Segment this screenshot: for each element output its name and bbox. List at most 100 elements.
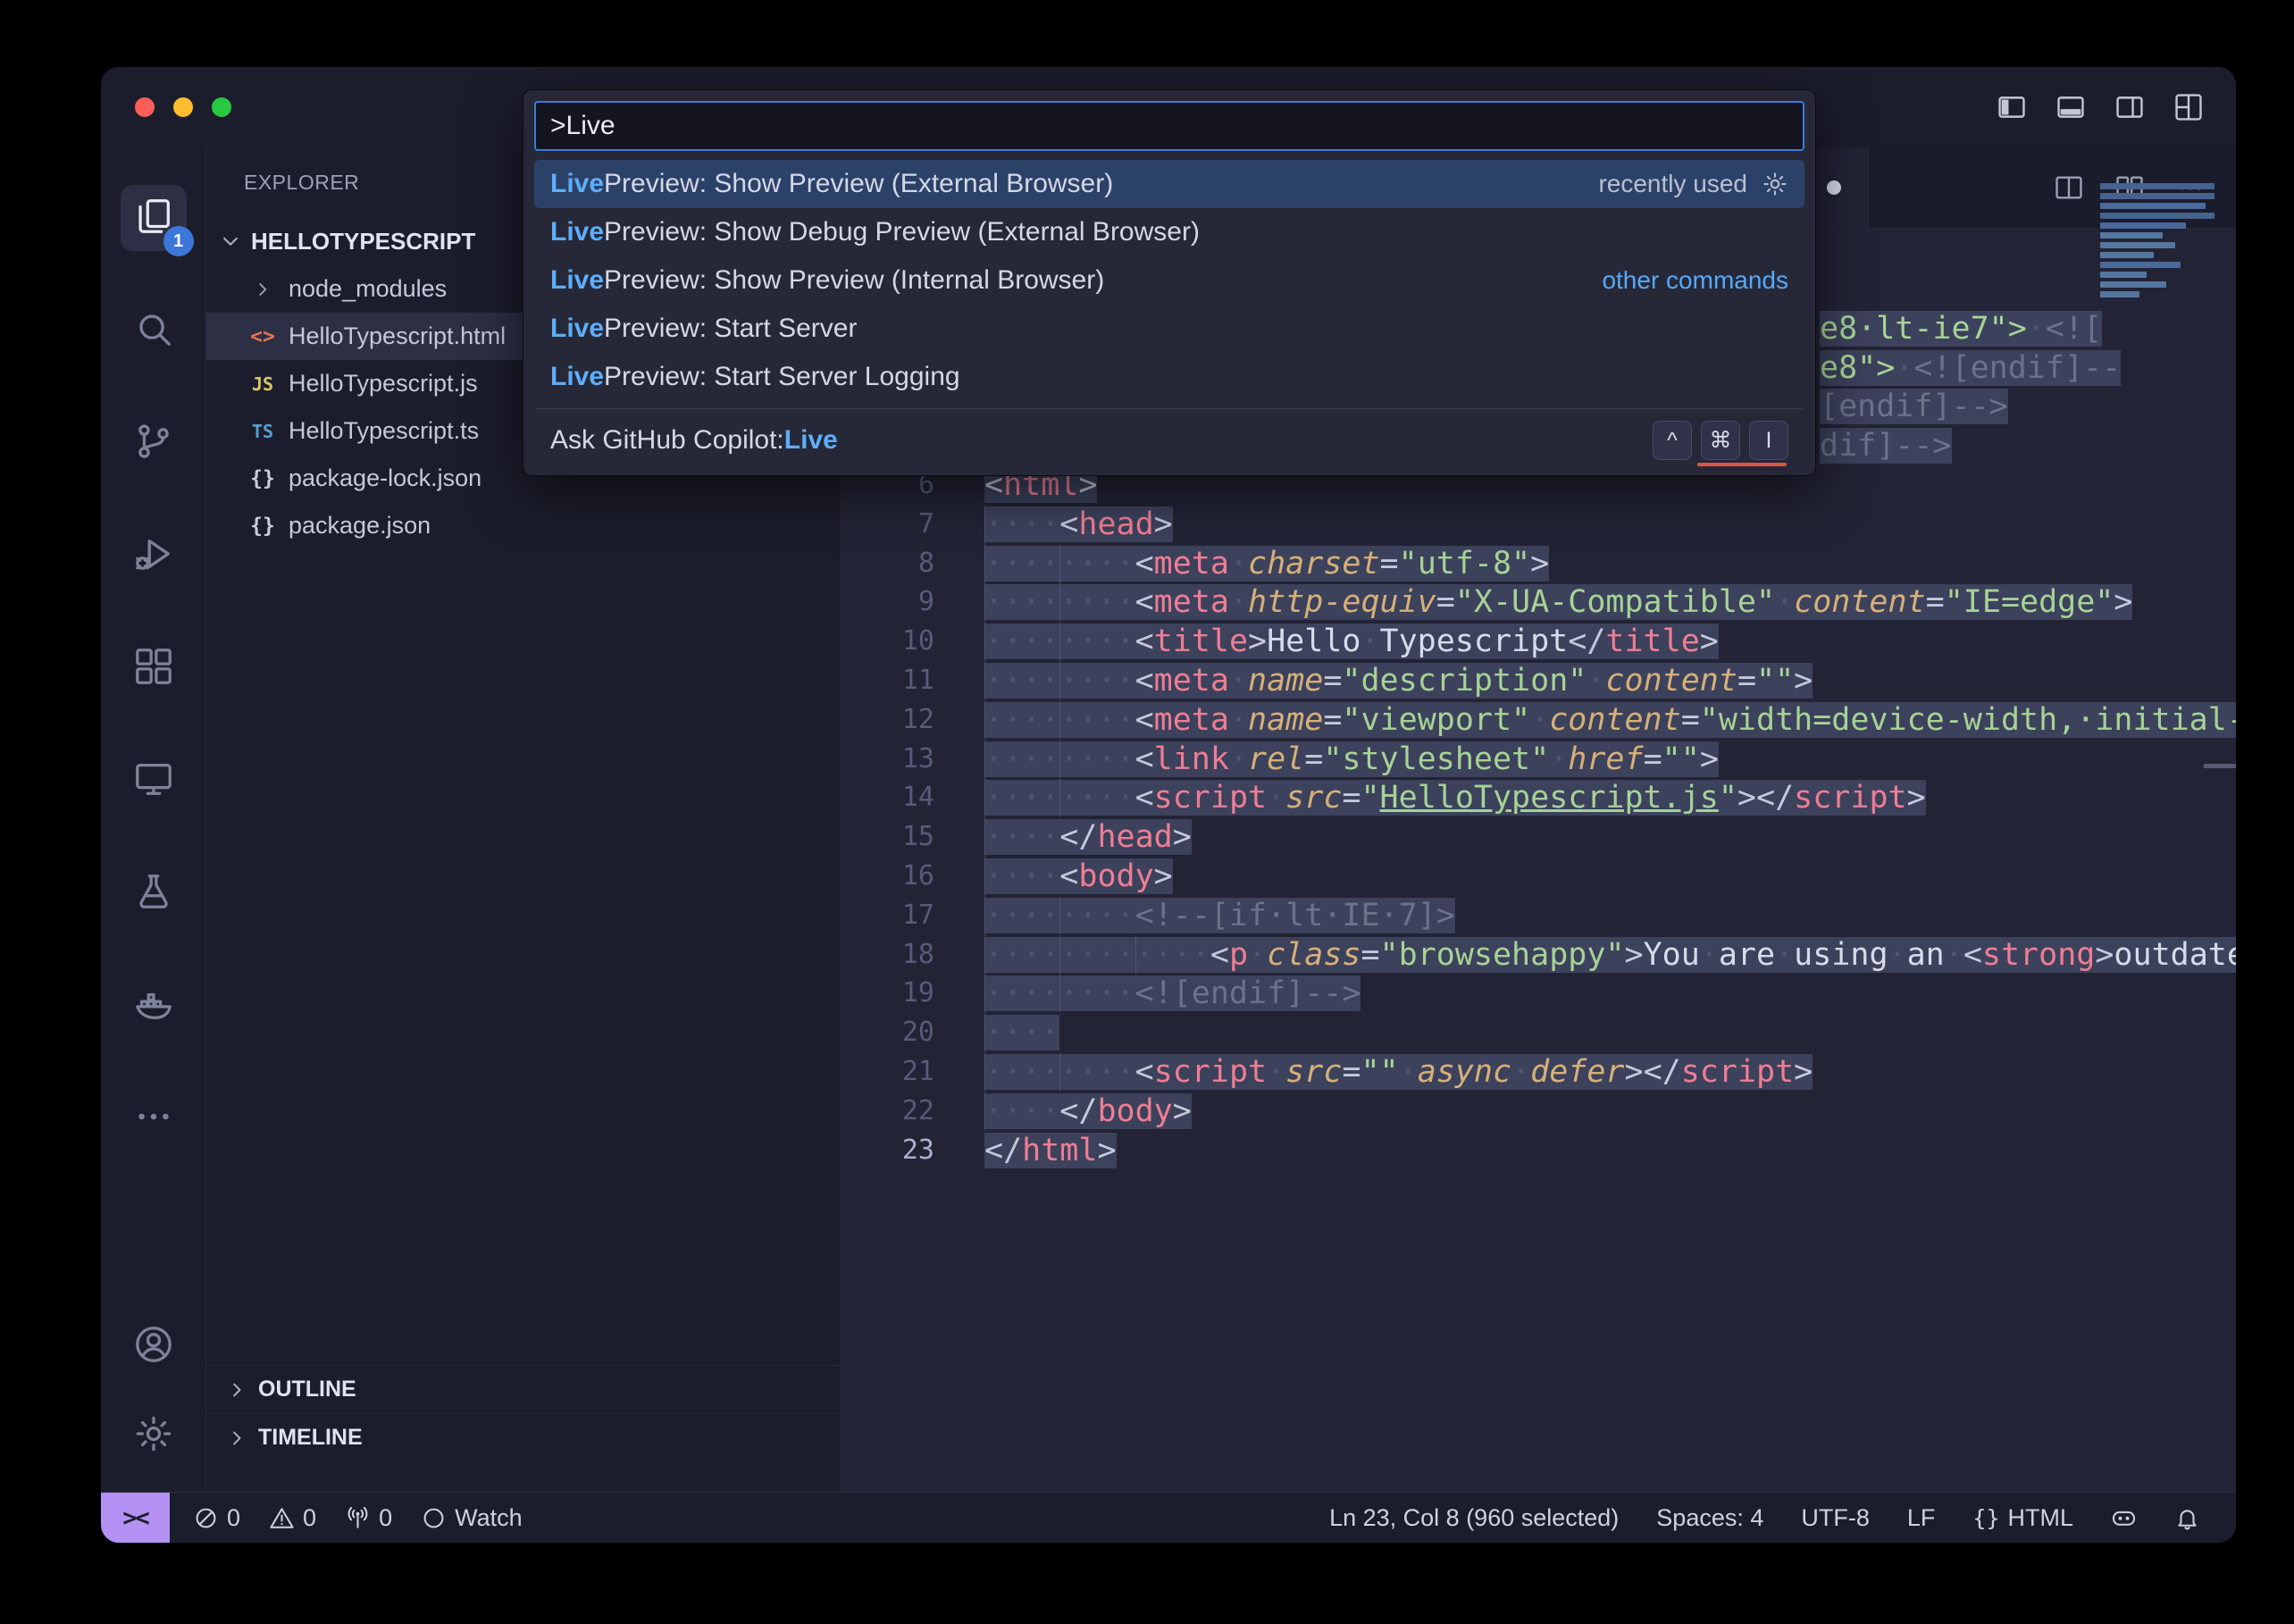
activity-item-extensions[interactable]	[121, 635, 187, 701]
status-encoding[interactable]: UTF-8	[1801, 1504, 1870, 1532]
match-highlight: Live	[550, 169, 604, 199]
status-errors[interactable]: 0	[193, 1504, 240, 1532]
activity-item-search[interactable]	[121, 297, 187, 364]
minimize-button[interactable]	[173, 97, 193, 117]
status-indentation[interactable]: Spaces: 4	[1656, 1504, 1763, 1532]
code-line: 22····</body>	[841, 1092, 2236, 1131]
command-input[interactable]	[534, 101, 1804, 151]
indent-guide	[1059, 974, 1060, 1013]
panel-bottom-icon[interactable]	[2055, 92, 2086, 122]
line-number: 18	[841, 935, 934, 975]
traffic-lights	[135, 97, 231, 117]
command-row[interactable]: Live Preview: Show Preview (External Bro…	[534, 160, 1804, 208]
radio-icon	[345, 1505, 371, 1531]
command-palette: Live Preview: Show Preview (External Bro…	[523, 89, 1816, 476]
command-row[interactable]: Ask GitHub Copilot: Live^⌘I	[534, 416, 1804, 465]
command-row[interactable]: Live Preview: Show Preview (Internal Bro…	[534, 256, 1804, 305]
code-line: 16····<body>	[841, 857, 2236, 896]
status-notifications[interactable]	[2174, 1505, 2200, 1531]
activity-item-more[interactable]	[121, 1085, 187, 1151]
minimap-line	[2100, 242, 2175, 248]
json-file-icon: {}	[249, 467, 276, 490]
search-icon	[133, 308, 174, 354]
panel-right-icon[interactable]	[2114, 92, 2145, 122]
status-label: LF	[1907, 1504, 1936, 1532]
indent-guide	[1059, 935, 1060, 975]
command-row[interactable]: Live Preview: Start Server	[534, 305, 1804, 353]
panel-header-timeline[interactable]: TIMELINE	[206, 1413, 841, 1461]
activity-item-explorer[interactable]: 1	[121, 185, 187, 251]
error-icon	[193, 1505, 219, 1531]
zoom-button[interactable]	[212, 97, 231, 117]
line-number: 8	[841, 544, 934, 583]
other-commands-link[interactable]: other commands	[1602, 266, 1788, 295]
activity-item-settings[interactable]	[121, 1402, 187, 1469]
selection-highlight: ····</body>	[984, 1093, 1192, 1129]
chevron-down-icon	[217, 228, 244, 255]
explorer-file-row[interactable]: {}package.json	[206, 502, 841, 549]
command-text: Preview: Start Server Logging	[604, 362, 960, 392]
status-warnings[interactable]: 0	[269, 1504, 316, 1532]
copilot-icon	[2111, 1505, 2137, 1531]
line-number: 16	[841, 857, 934, 896]
remote-icon	[133, 758, 174, 804]
indent-guide	[1059, 896, 1060, 935]
line-number: 11	[841, 661, 934, 700]
close-button[interactable]	[135, 97, 155, 117]
key-cap: ^	[1653, 421, 1692, 460]
code-line: 23</html>	[841, 1131, 2236, 1170]
command-list: Live Preview: Show Preview (External Bro…	[534, 160, 1804, 465]
status-language-mode[interactable]: {}HTML	[1972, 1504, 2073, 1532]
activity-item-source-control[interactable]	[121, 410, 187, 476]
indent-guide	[984, 505, 985, 544]
status-copilot[interactable]	[2111, 1505, 2137, 1531]
gear-icon	[133, 1413, 174, 1459]
remote-indicator[interactable]: ><	[101, 1493, 170, 1543]
status-eol[interactable]: LF	[1907, 1504, 1936, 1532]
vscode-window: 1 EXPLORER HELLOTYPESCRIPT node_modules<…	[101, 67, 2236, 1543]
split-icon[interactable]	[2054, 172, 2084, 203]
status-cursor-position[interactable]: Ln 23, Col 8 (960 selected)	[1329, 1504, 1619, 1532]
docker-icon	[133, 984, 174, 1029]
activity-item-docker[interactable]	[121, 973, 187, 1039]
selection-highlight: ····</head>	[984, 819, 1192, 855]
command-row[interactable]: Live Preview: Start Server Logging	[534, 353, 1804, 401]
activity-item-testing[interactable]	[121, 860, 187, 926]
panel-header-outline[interactable]: OUTLINE	[206, 1365, 841, 1413]
indent-guide	[1059, 1052, 1060, 1092]
gear-icon[interactable]	[1762, 171, 1788, 197]
minimap-line	[2100, 183, 2214, 189]
minimap-line	[2100, 281, 2166, 288]
status-ports[interactable]: 0	[345, 1504, 392, 1532]
line-number: 14	[841, 778, 934, 817]
status-watch[interactable]: Watch	[421, 1504, 523, 1532]
layout-icon[interactable]	[2173, 92, 2204, 122]
file-label: HelloTypescript.html	[289, 322, 506, 350]
scrollbar-handle[interactable]	[2204, 764, 2236, 768]
minimap-line	[2100, 222, 2186, 229]
activity-item-accounts[interactable]	[121, 1313, 187, 1379]
file-label: package-lock.json	[289, 465, 481, 492]
palette-separator	[536, 408, 1803, 409]
code-line: 12········<meta·name="viewport"·content=…	[841, 700, 2236, 740]
indent-guide	[1059, 700, 1060, 740]
minimap[interactable]	[2100, 183, 2225, 301]
indent-guide	[1135, 935, 1136, 975]
line-number: 10	[841, 622, 934, 661]
selection-highlight: ········<title>Hello·Typescript</title>	[984, 624, 1719, 659]
activity-item-remote-explorer[interactable]	[121, 748, 187, 814]
panel-left-icon[interactable]	[1997, 92, 2027, 122]
minimap-line	[2100, 252, 2154, 258]
command-row[interactable]: Live Preview: Show Debug Preview (Extern…	[534, 208, 1804, 256]
indent-guide	[1059, 622, 1060, 661]
match-highlight: Live	[550, 314, 604, 344]
code-line: 18············<p·class="browsehappy">You…	[841, 935, 2236, 975]
match-highlight: Live	[550, 362, 604, 392]
code-line: 20····	[841, 1013, 2236, 1052]
recently-used-label: recently used	[1598, 170, 1788, 198]
chevron-right-icon	[224, 1377, 249, 1402]
code-line: 9········<meta·http-equiv="X-UA-Compatib…	[841, 582, 2236, 622]
code-line: 10 ········<title>Hello·Typescript</title…	[841, 622, 2236, 661]
code-line: 13········<link·rel="stylesheet"·href=""…	[841, 740, 2236, 779]
activity-item-run-debug[interactable]	[121, 523, 187, 589]
